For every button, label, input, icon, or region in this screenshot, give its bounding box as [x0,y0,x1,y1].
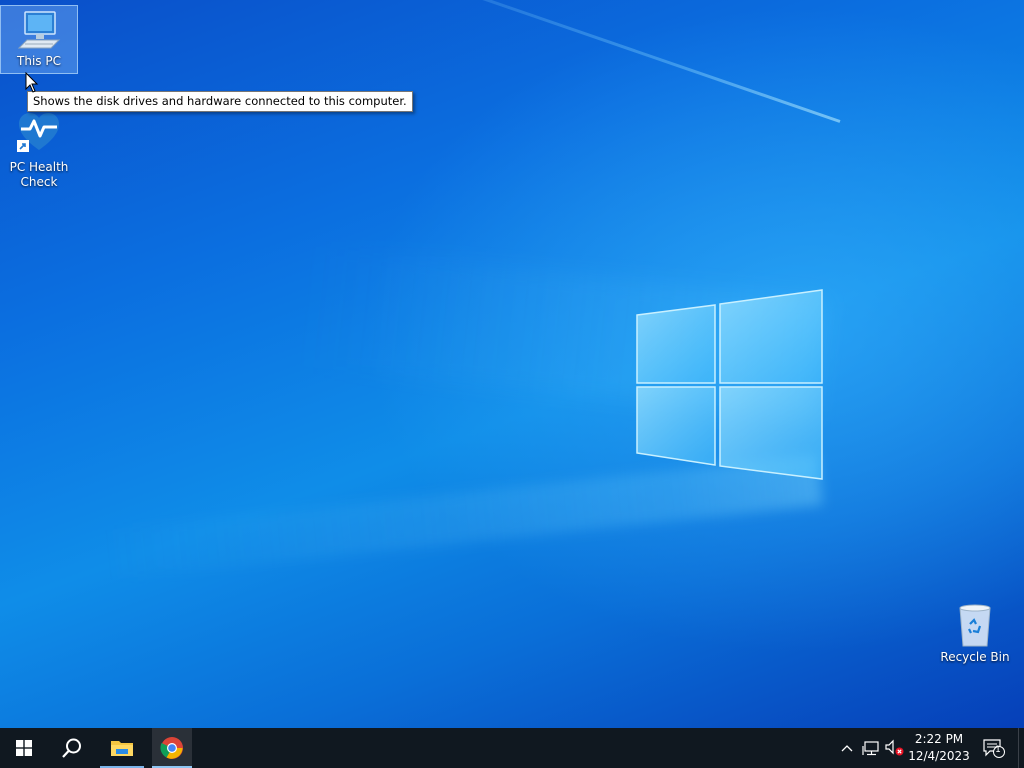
search-button[interactable] [48,728,96,768]
network-button[interactable] [861,738,881,758]
file-explorer-button[interactable] [98,728,146,768]
chrome-icon [160,737,183,759]
desktop-icon-recycle-bin[interactable]: Recycle Bin [937,600,1013,665]
desktop-icon-label: Recycle Bin [940,650,1010,664]
notification-count-badge: 1 [995,745,1001,755]
recycle-bin-icon [951,600,999,648]
folder-icon [111,741,133,756]
taskbar-clock[interactable]: 2:22 PM 12/4/2023 [906,731,972,765]
chrome-button[interactable] [152,728,192,768]
network-icon [862,741,879,756]
volume-muted-icon [885,739,904,756]
desktop[interactable]: This PC PC Health Check Recycle Bin Show… [0,0,1024,728]
show-desktop-button[interactable] [1018,728,1024,768]
windows-wallpaper-logo [636,289,823,480]
desktop-icon-this-pc[interactable]: This PC [0,5,78,74]
windows-logo-icon [16,740,32,756]
mouse-cursor-icon [25,72,39,93]
show-hidden-icons-button[interactable] [837,738,857,758]
taskbar: 2:22 PM 12/4/2023 1 [0,728,1024,768]
notification-icon [983,739,1005,758]
chevron-up-icon [841,745,853,752]
desktop-icon-pc-health-check[interactable]: PC Health Check [1,110,77,190]
desktop-icon-label: PC Health Check [9,160,69,189]
start-button[interactable] [0,728,48,768]
pc-health-check-icon [15,110,63,158]
search-icon [62,738,81,758]
clock-date: 12/4/2023 [908,749,970,763]
clock-time: 2:22 PM [914,732,964,746]
computer-icon [15,10,63,58]
action-center-button[interactable]: 1 [982,738,1006,758]
tooltip: Shows the disk drives and hardware conne… [27,91,413,112]
volume-button[interactable] [885,738,905,758]
